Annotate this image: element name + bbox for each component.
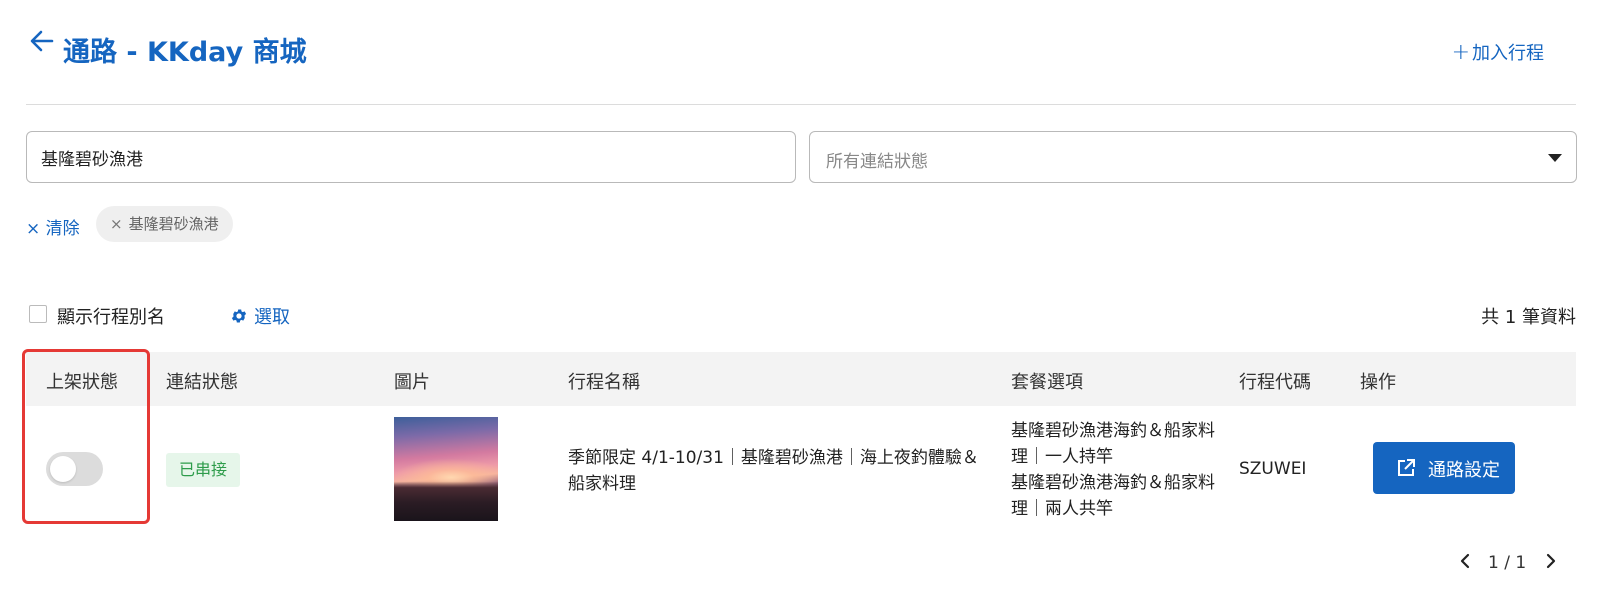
header-divider <box>26 104 1576 105</box>
chevron-left-icon[interactable] <box>1455 551 1475 571</box>
show-alias-label: 顯示行程別名 <box>57 307 165 328</box>
table-header: 上架狀態 連結狀態 圖片 行程名稱 套餐選項 行程代碼 操作 <box>26 352 1576 406</box>
filter-chip-label: 基隆碧砂漁港 <box>128 215 219 233</box>
listed-toggle[interactable] <box>46 452 103 486</box>
add-trip-label: 加入行程 <box>1472 43 1544 64</box>
clear-label: 清除 <box>45 219 80 239</box>
select-label: 選取 <box>254 307 290 328</box>
column-header-listed: 上架狀態 <box>46 372 118 393</box>
channel-settings-label: 通路設定 <box>1428 460 1500 480</box>
column-header-image: 圖片 <box>394 372 430 393</box>
total-count: 共 1 筆資料 <box>1481 307 1576 328</box>
search-input[interactable] <box>26 131 796 183</box>
link-status-select[interactable]: 所有連結狀態 <box>809 131 1577 183</box>
filter-chip: × 基隆碧砂漁港 <box>96 206 233 242</box>
plus-icon: + <box>1451 40 1470 65</box>
show-alias-checkbox[interactable] <box>29 305 47 323</box>
page-title: 通路 - KKday 商城 <box>63 37 307 68</box>
gear-icon <box>231 309 247 323</box>
column-header-trip-name: 行程名稱 <box>568 372 640 393</box>
chevron-right-icon[interactable] <box>1541 551 1561 571</box>
column-header-package: 套餐選項 <box>1011 372 1083 393</box>
clear-filters-button[interactable]: × 清除 <box>26 214 80 239</box>
page-header: 通路 - KKday 商城 + 加入行程 <box>26 26 1576 76</box>
trip-thumbnail <box>394 417 498 521</box>
page-indicator: 1 / 1 <box>1488 553 1527 573</box>
package-option: 基隆碧砂漁港海釣＆船家料理｜一人持竿 <box>1011 421 1215 467</box>
caret-down-icon <box>1548 154 1562 162</box>
channel-settings-button[interactable]: 通路設定 <box>1373 442 1515 494</box>
toggle-knob <box>50 456 76 482</box>
add-trip-button[interactable]: + 加入行程 <box>1452 39 1544 65</box>
package-option: 基隆碧砂漁港海釣＆船家料理｜兩人共竿 <box>1011 473 1215 519</box>
external-link-icon <box>1398 459 1415 476</box>
package-list: 基隆碧砂漁港海釣＆船家料理｜一人持竿 基隆碧砂漁港海釣＆船家料理｜兩人共竿 <box>1011 418 1226 522</box>
trip-code: SZUWEI <box>1239 459 1307 479</box>
close-icon: × <box>26 219 41 239</box>
select-columns-button[interactable]: 選取 <box>230 303 290 329</box>
chip-remove-icon[interactable]: × <box>110 215 123 233</box>
column-header-trip-code: 行程代碼 <box>1239 372 1311 393</box>
link-status-placeholder: 所有連結狀態 <box>826 152 928 172</box>
link-status-badge: 已串接 <box>166 453 241 487</box>
column-header-action: 操作 <box>1360 372 1396 393</box>
trip-name: 季節限定 4/1-10/31｜基隆碧砂漁港｜海上夜釣體驗＆船家料理 <box>568 448 979 494</box>
column-header-link-status: 連結狀態 <box>166 372 238 393</box>
arrow-left-icon[interactable] <box>28 26 56 58</box>
